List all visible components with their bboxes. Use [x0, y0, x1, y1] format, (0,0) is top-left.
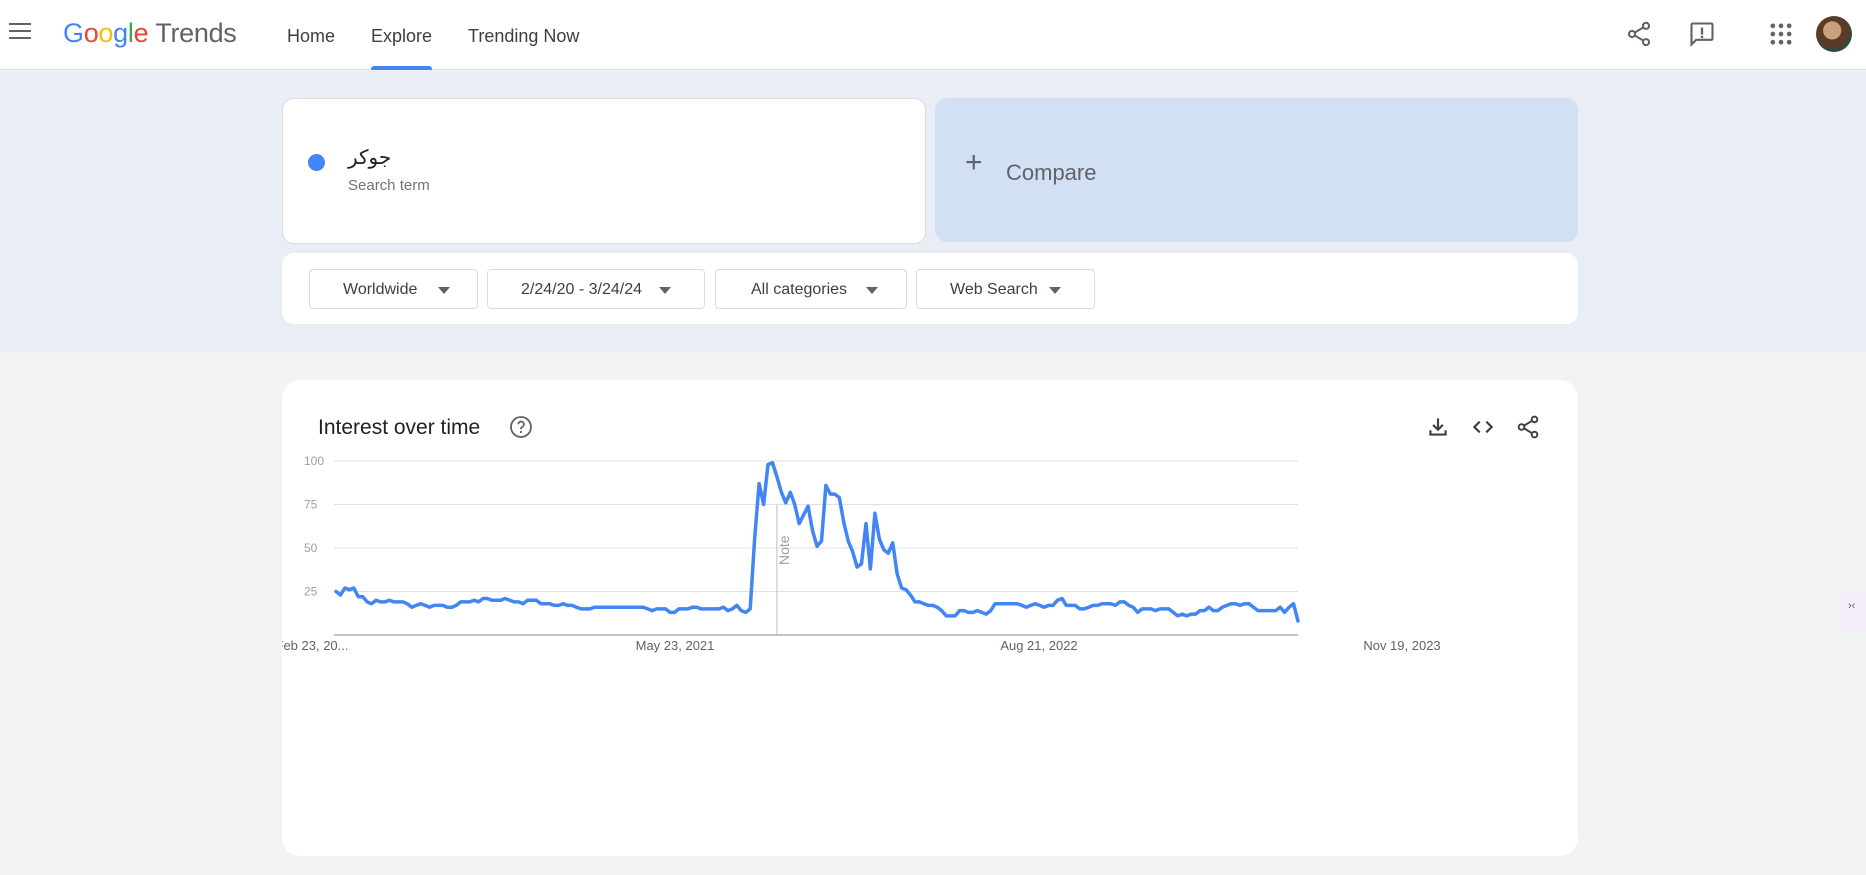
- share-icon[interactable]: [1625, 20, 1653, 48]
- y-tick-label: 75: [304, 498, 318, 512]
- interest-over-time-card: Interest over time 25 50 75 100 Note Feb 23, …: [282, 380, 1578, 856]
- filter-bar: Worldwide 2/24/20 - 3/24/24 All categori…: [282, 253, 1578, 324]
- category-filter[interactable]: All categories: [715, 269, 907, 309]
- account-avatar[interactable]: [1816, 16, 1852, 52]
- menu-icon: [9, 23, 31, 25]
- series-line: [334, 460, 1300, 623]
- search-type-filter-label: Web Search: [950, 281, 1038, 298]
- compare-label: Compare: [1006, 160, 1097, 185]
- apps-grid-icon[interactable]: [1767, 20, 1795, 48]
- x-tick-label: Nov 19, 2023: [1363, 638, 1440, 653]
- date-range-filter[interactable]: 2/24/20 - 3/24/24: [487, 269, 705, 309]
- interest-line-chart: 25 50 75 100 Note Feb 23, 20... May 23, 2021 Au…: [282, 454, 1441, 653]
- dropdown-arrow-icon: [438, 287, 450, 294]
- dropdown-arrow-icon: [866, 287, 878, 294]
- dropdown-arrow-icon: [1049, 287, 1061, 294]
- y-tick-label: 25: [304, 585, 318, 599]
- main-menu-button[interactable]: [9, 23, 31, 41]
- note-annotation: Note: [776, 535, 792, 565]
- compare-button[interactable]: + Compare: [935, 98, 1578, 242]
- date-range-filter-label: 2/24/20 - 3/24/24: [521, 281, 642, 298]
- y-tick-label: 100: [304, 454, 324, 468]
- nav-home[interactable]: Home: [287, 0, 335, 70]
- google-trends-logo[interactable]: Google Trends: [63, 18, 237, 49]
- y-tick-label: 50: [304, 541, 318, 555]
- main-nav: Home Explore Trending Now: [287, 0, 615, 70]
- search-term-card[interactable]: جوكر Search term: [282, 98, 926, 244]
- feedback-icon[interactable]: [1688, 20, 1716, 48]
- x-tick-label: May 23, 2021: [636, 638, 715, 653]
- region-filter-label: Worldwide: [343, 281, 418, 298]
- category-filter-label: All categories: [751, 281, 848, 298]
- dropdown-arrow-icon: [659, 287, 671, 294]
- search-term-value[interactable]: جوكر: [348, 145, 391, 169]
- plus-icon: +: [965, 146, 983, 179]
- nav-explore[interactable]: Explore: [371, 0, 433, 70]
- region-filter[interactable]: Worldwide: [309, 269, 478, 309]
- x-tick-label: Feb 23, 20...: [282, 638, 349, 653]
- series-color-dot: [308, 154, 325, 171]
- search-type-filter[interactable]: Web Search: [916, 269, 1095, 309]
- search-term-label: Search term: [348, 177, 430, 194]
- side-panel-tab[interactable]: ›‹: [1840, 592, 1866, 632]
- nav-trending-now[interactable]: Trending Now: [468, 0, 579, 70]
- top-app-bar: Google Trends Home Explore Trending Now: [0, 0, 1866, 70]
- x-tick-label: Aug 21, 2022: [1000, 638, 1077, 653]
